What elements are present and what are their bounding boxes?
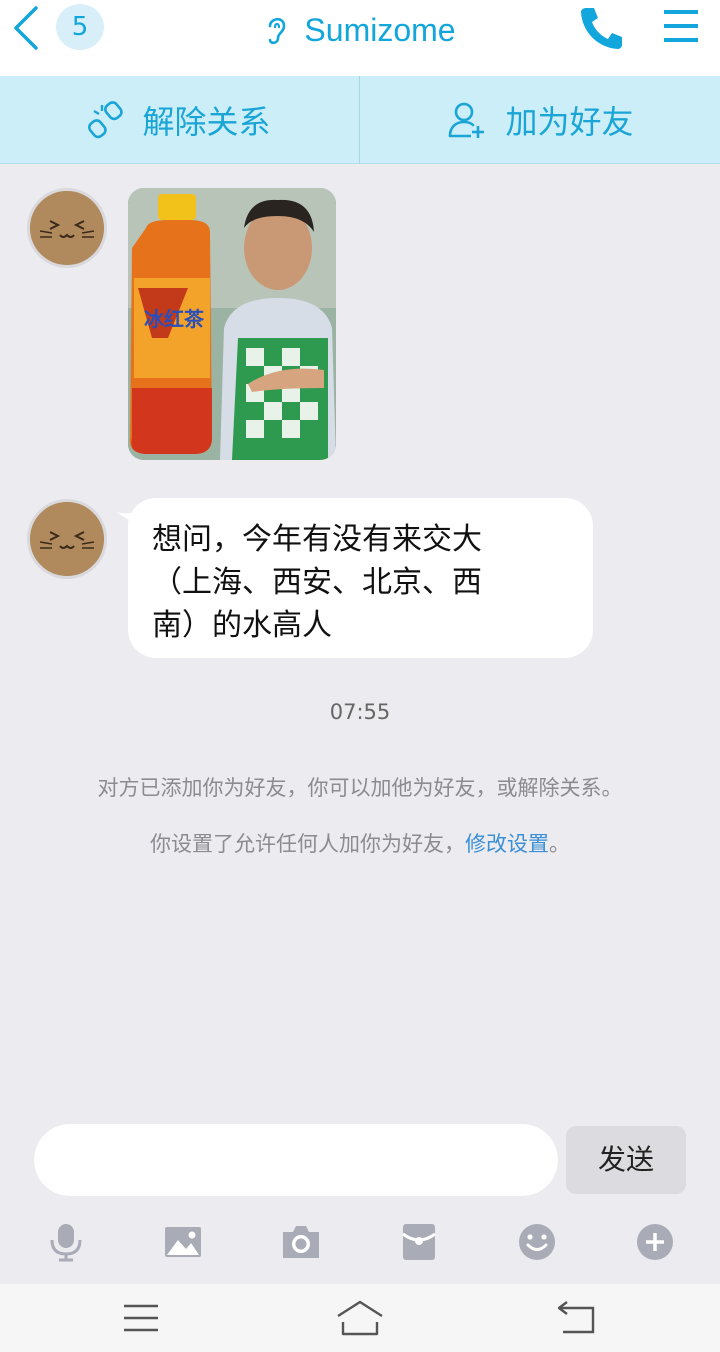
chat-title: Sumizome xyxy=(304,11,456,48)
modify-settings-link[interactable]: 修改设置 xyxy=(465,832,549,856)
system-navigation-bar xyxy=(0,1284,720,1352)
add-friend-button[interactable]: 加为好友 xyxy=(361,76,720,164)
red-packet-icon[interactable] xyxy=(399,1222,439,1262)
settings-notice-text: 你设置了允许任何人加你为好友， xyxy=(150,832,465,856)
call-button[interactable] xyxy=(576,4,626,50)
send-button[interactable]: 发送 xyxy=(566,1126,686,1194)
message-timestamp: 07:55 xyxy=(329,700,391,724)
ear-icon[interactable] xyxy=(264,14,290,46)
home-nav-icon[interactable] xyxy=(335,1298,385,1338)
remove-relationship-button[interactable]: 解除关系 xyxy=(0,76,359,164)
top-bar: 5 Sumizome xyxy=(0,0,720,76)
menu-icon xyxy=(664,10,698,42)
settings-notice: 你设置了允许任何人加你为好友，修改设置。 xyxy=(0,828,720,858)
relationship-action-bar: 解除关系 加为好友 xyxy=(0,76,720,164)
avatar[interactable] xyxy=(27,188,107,268)
unread-badge[interactable]: 5 xyxy=(56,4,104,50)
settings-notice-suffix: 。 xyxy=(549,832,570,856)
add-user-icon xyxy=(449,102,485,138)
action-divider xyxy=(359,76,360,164)
add-friend-label: 加为好友 xyxy=(505,103,634,141)
system-notice: 对方已添加你为好友，你可以加他为好友，或解除关系。 xyxy=(97,776,623,800)
back-icon xyxy=(14,6,38,50)
phone-icon xyxy=(581,8,622,49)
photo-illustration: 冰红茶 xyxy=(128,188,336,460)
plus-icon[interactable] xyxy=(635,1222,675,1262)
back-button[interactable] xyxy=(10,4,46,52)
camera-icon[interactable] xyxy=(281,1222,321,1262)
message-line: （上海、西安、北京、西 xyxy=(152,565,482,600)
cat-face-icon xyxy=(30,191,104,265)
remove-relationship-label: 解除关系 xyxy=(142,103,271,141)
emoji-icon[interactable] xyxy=(517,1222,557,1262)
cat-face-icon xyxy=(30,502,104,576)
microphone-icon[interactable] xyxy=(46,1222,86,1262)
message-line: 想问，今年有没有来交大 xyxy=(152,522,482,557)
message-line: 南）的水高人 xyxy=(152,608,332,643)
menu-button[interactable] xyxy=(660,6,702,46)
back-nav-icon[interactable] xyxy=(553,1298,603,1338)
image-icon[interactable] xyxy=(163,1222,203,1262)
svg-text:冰红茶: 冰红茶 xyxy=(144,307,205,331)
message-input[interactable] xyxy=(34,1124,558,1196)
message-image[interactable]: 冰红茶 xyxy=(128,188,336,460)
avatar[interactable] xyxy=(27,499,107,579)
unlink-icon xyxy=(88,101,124,139)
menu-nav-icon[interactable] xyxy=(116,1298,166,1338)
message-bubble[interactable]: 想问，今年有没有来交大 （上海、西安、北京、西 南）的水高人 xyxy=(128,498,593,658)
